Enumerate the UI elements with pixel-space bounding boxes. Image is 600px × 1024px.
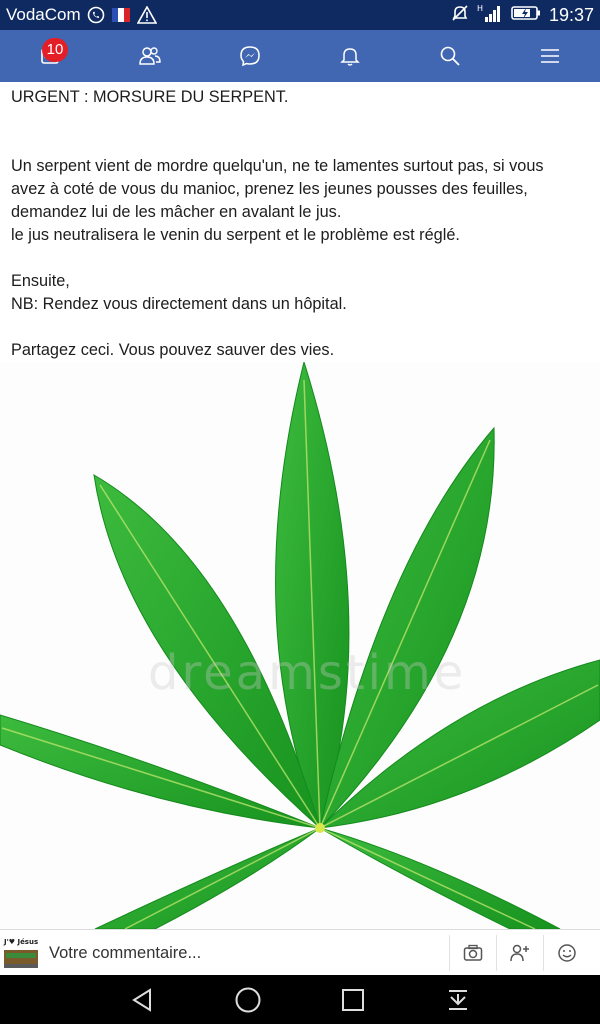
search-tab[interactable] [420, 30, 480, 82]
back-button[interactable] [118, 975, 168, 1024]
post-text: URGENT : MORSURE DU SERPENT. Un serpent … [11, 86, 593, 362]
system-navigation-bar [0, 975, 600, 1024]
bell-icon [340, 48, 360, 66]
smiley-icon [558, 944, 576, 962]
comment-bar: J'♥ Jésus Votre commentaire... [0, 929, 600, 976]
home-circle-icon [235, 987, 260, 1012]
post-title: URGENT : MORSURE DU SERPENT. [11, 88, 289, 106]
avatar[interactable]: J'♥ Jésus [2, 934, 40, 972]
recent-square-icon [341, 988, 364, 1011]
top-navigation-bar: 10 [0, 30, 600, 82]
messenger-tab[interactable] [220, 30, 280, 82]
friends-icon [139, 47, 161, 65]
svg-text:H: H [477, 4, 483, 13]
post-body-line: avez à coté de vous du manioc, prenez le… [11, 180, 528, 198]
signal-icon: H [477, 3, 503, 28]
camera-button[interactable] [449, 935, 496, 971]
emoji-button[interactable] [543, 935, 590, 971]
home-button[interactable] [223, 975, 273, 1024]
messenger-icon [240, 46, 260, 67]
menu-icon [541, 49, 559, 63]
post-image[interactable]: dreamstime [0, 362, 600, 929]
post-body-line: demandez lui de les mâcher en avalant le… [11, 203, 342, 221]
notification-pull-button[interactable] [433, 975, 483, 1024]
back-triangle-icon [131, 987, 151, 1012]
status-bar: VodaCom H 19:37 [0, 0, 600, 30]
image-watermark: dreamstime [148, 645, 467, 701]
mute-icon [451, 4, 469, 27]
menu-tab[interactable] [520, 30, 580, 82]
friends-tab[interactable] [120, 30, 180, 82]
camera-icon [463, 944, 483, 961]
avatar-text: J'♥ Jésus [3, 938, 38, 946]
battery-icon [511, 5, 541, 26]
search-icon [440, 46, 460, 66]
comment-input[interactable]: Votre commentaire... [49, 944, 449, 963]
post-body-line: Un serpent vient de mordre quelqu'un, ne… [11, 157, 544, 175]
add-person-icon [510, 944, 529, 962]
whatsapp-icon [87, 6, 105, 24]
notifications-tab[interactable] [320, 30, 380, 82]
post-body-line: le jus neutralisera le venin du serpent … [11, 226, 460, 244]
recent-apps-button[interactable] [328, 975, 378, 1024]
news-feed-tab[interactable]: 10 [20, 30, 80, 82]
warning-icon [136, 6, 157, 24]
pull-down-icon [448, 989, 467, 1010]
clock: 19:37 [548, 4, 594, 25]
carrier-name: VodaCom [6, 5, 81, 24]
tag-friend-button[interactable] [496, 935, 543, 971]
post-nb: NB: Rendez vous directement dans un hôpi… [11, 295, 347, 313]
france-flag-icon [111, 7, 131, 23]
post-share-text: Partagez ceci. Vous pouvez sauver des vi… [11, 341, 335, 359]
post-then: Ensuite, [11, 272, 70, 290]
notification-badge: 10 [42, 38, 68, 62]
